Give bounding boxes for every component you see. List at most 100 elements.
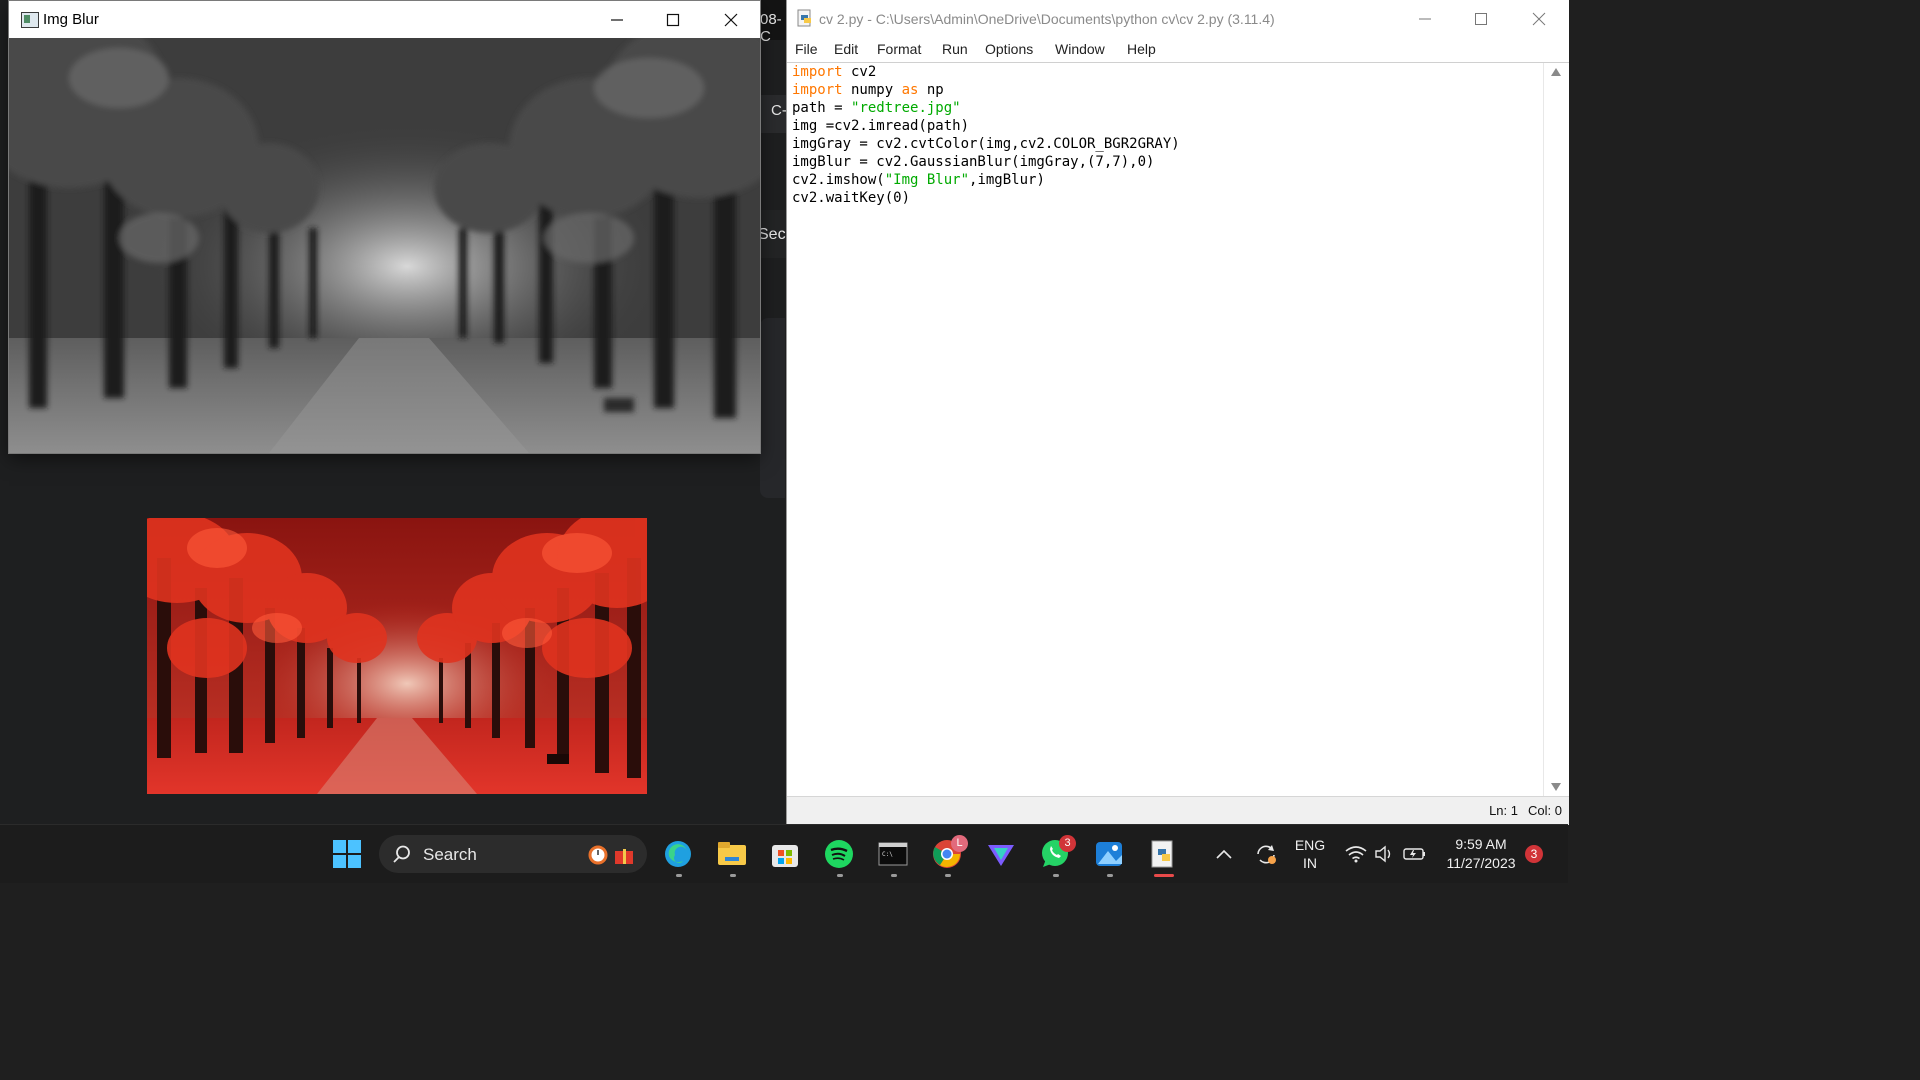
scroll-up-icon[interactable]	[1551, 68, 1561, 76]
status-line: Ln: 1	[1489, 803, 1518, 818]
running-indicator	[1053, 874, 1059, 877]
taskbar-store[interactable]	[769, 838, 801, 870]
taskbar-search[interactable]: Search	[379, 835, 647, 873]
idle-maximize-button[interactable]	[1453, 0, 1509, 37]
idle-close-button[interactable]	[1511, 0, 1567, 37]
code-text: ,imgBlur)	[969, 172, 1045, 188]
idle-editor-window[interactable]: cv 2.py - C:\Users\Admin\OneDrive\Docume…	[786, 0, 1569, 825]
code-keyword: import	[792, 82, 843, 98]
maximize-icon	[1475, 12, 1487, 25]
running-indicator	[730, 874, 736, 877]
python-idle-icon	[1151, 840, 1173, 868]
scroll-down-icon[interactable]	[1551, 783, 1561, 791]
minimize-icon	[611, 18, 623, 21]
menu-window[interactable]: Window	[1055, 41, 1105, 57]
search-label: Search	[423, 845, 477, 864]
background-tab-label: C-	[771, 102, 787, 119]
taskbar-terminal[interactable]: C:\	[877, 838, 909, 870]
taskbar-photos[interactable]	[1093, 838, 1125, 870]
battery-status[interactable]	[1402, 838, 1428, 870]
running-indicator	[1107, 874, 1113, 877]
battery-icon	[1403, 848, 1425, 860]
img-blur-window[interactable]: Img Blur	[9, 1, 760, 453]
code-line: img =cv2.imread(path)	[792, 117, 969, 135]
code-text: cv2.imshow(	[792, 172, 885, 188]
alarm-clock-icon	[588, 845, 608, 865]
minimize-button[interactable]	[589, 1, 645, 38]
svg-text:C:\: C:\	[882, 851, 893, 858]
photos-icon	[1096, 842, 1122, 866]
close-button[interactable]	[703, 1, 759, 38]
wifi-icon	[1345, 846, 1367, 863]
menu-file[interactable]: File	[795, 41, 818, 57]
vertical-scrollbar[interactable]	[1543, 63, 1569, 796]
maximize-button[interactable]	[645, 1, 701, 38]
whatsapp-badge: 3	[1059, 835, 1076, 852]
idle-menubar: File Edit Format Run Options Window Help	[787, 38, 1569, 63]
taskbar-spotify[interactable]	[823, 838, 855, 870]
blurred-grayscale-image	[9, 38, 760, 453]
sync-icon	[1257, 845, 1276, 864]
taskbar-edge[interactable]	[662, 838, 694, 870]
clock-date: 11/27/2023	[1446, 855, 1516, 871]
code-line: imgBlur = cv2.GaussianBlur(imgGray,(7,7)…	[792, 153, 1154, 171]
code-keyword: import	[792, 64, 843, 80]
menu-format[interactable]: Format	[877, 41, 921, 57]
code-text: np	[918, 82, 944, 98]
status-bar: Ln: 1 Col: 0	[787, 796, 1569, 825]
menu-run[interactable]: Run	[942, 41, 968, 57]
taskbar-proton-vpn[interactable]	[985, 838, 1017, 870]
show-hidden-icons[interactable]	[1212, 838, 1236, 870]
active-indicator	[1154, 874, 1174, 877]
running-indicator	[837, 874, 843, 877]
terminal-icon: C:\	[878, 842, 908, 866]
taskbar-file-explorer[interactable]	[716, 838, 748, 870]
spotify-icon	[825, 840, 853, 868]
start-button[interactable]	[331, 838, 363, 870]
code-editor[interactable]: import cv2 import numpy as np path = "re…	[787, 63, 1543, 796]
code-string: "Img Blur"	[884, 172, 970, 188]
img-blur-titlebar[interactable]: Img Blur	[9, 1, 760, 38]
menu-edit[interactable]: Edit	[834, 41, 858, 57]
code-text: img =cv2.imread(path)	[792, 118, 970, 134]
idle-titlebar[interactable]: cv 2.py - C:\Users\Admin\OneDrive\Docume…	[787, 0, 1569, 38]
start-icon	[333, 840, 361, 868]
code-line: import cv2	[792, 63, 876, 81]
code-line: import numpy as np	[792, 81, 944, 99]
code-line: imgGray = cv2.cvtColor(img,cv2.COLOR_BGR…	[792, 135, 1180, 153]
code-string: "redtree.jpg"	[851, 100, 961, 116]
wifi-status[interactable]	[1343, 838, 1369, 870]
proton-vpn-icon	[988, 845, 1014, 866]
language-code: ENG	[1294, 837, 1326, 853]
taskbar-python-idle[interactable]	[1147, 838, 1179, 870]
code-keyword: as	[901, 82, 919, 98]
close-icon	[724, 13, 738, 26]
code-text: imgBlur = cv2.GaussianBlur(imgGray,(7,7)…	[792, 154, 1155, 170]
minimize-icon	[1419, 18, 1431, 19]
gift-icon	[615, 849, 633, 864]
clock[interactable]: 9:59 AM 11/27/2023	[1436, 835, 1526, 873]
code-text: imgGray = cv2.cvtColor(img,cv2.COLOR_BGR…	[792, 136, 1180, 152]
volume-status[interactable]	[1372, 838, 1398, 870]
language-indicator[interactable]: ENG IN	[1290, 836, 1330, 872]
status-column: Col: 0	[1528, 803, 1562, 818]
code-line: path = "redtree.jpg"	[792, 99, 961, 117]
app-window-icon	[21, 12, 39, 28]
python-file-icon	[797, 9, 811, 27]
img-blur-title: Img Blur	[43, 11, 99, 28]
notification-badge[interactable]: 3	[1525, 845, 1543, 863]
code-line: cv2.imshow("Img Blur",imgBlur)	[792, 171, 1045, 189]
sync-status[interactable]	[1250, 838, 1282, 870]
idle-minimize-button[interactable]	[1397, 0, 1453, 37]
volume-icon	[1375, 845, 1391, 863]
idle-window-title: cv 2.py - C:\Users\Admin\OneDrive\Docume…	[819, 11, 1275, 27]
running-indicator	[676, 874, 682, 877]
store-icon	[772, 845, 798, 867]
maximize-icon	[666, 13, 680, 26]
language-region: IN	[1303, 855, 1317, 871]
menu-help[interactable]: Help	[1127, 41, 1156, 57]
menu-options[interactable]: Options	[985, 41, 1033, 57]
file-explorer-icon	[718, 842, 746, 865]
background-tab-text: 08-C	[760, 11, 782, 45]
chevron-up-icon	[1216, 849, 1232, 859]
